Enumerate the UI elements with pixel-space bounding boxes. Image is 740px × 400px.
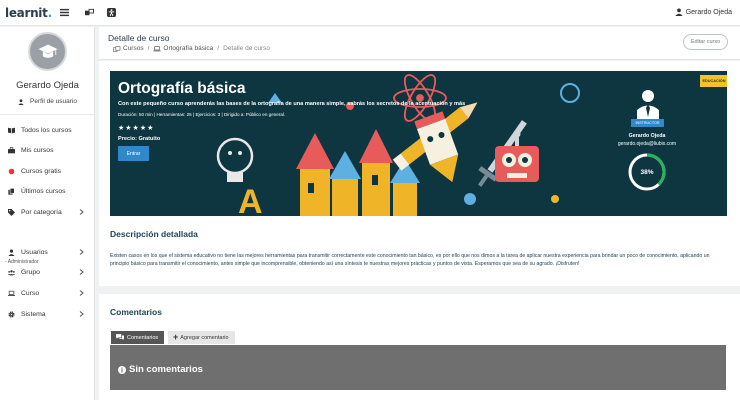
nav-label: Por categoría xyxy=(21,208,62,216)
copy-icon xyxy=(8,187,15,195)
user-icon xyxy=(18,98,24,105)
tag-icon xyxy=(8,208,15,216)
course-subtitle: Con este pequeño curso aprenderás las ba… xyxy=(118,101,466,107)
breadcrumb-separator: / xyxy=(217,45,220,52)
instructor-name: Gerardo Ojeda xyxy=(628,133,666,139)
logo[interactable]: learnit. xyxy=(5,6,53,20)
instructor-icon xyxy=(637,90,659,119)
breadcrumb-courses[interactable]: Cursos xyxy=(123,45,144,52)
nav-all-courses[interactable]: Todos los cursos xyxy=(0,123,95,137)
chevron-right-icon xyxy=(79,249,84,255)
laptop-icon xyxy=(153,45,162,51)
edit-course-button[interactable]: Editar curso xyxy=(683,34,728,50)
user-name: Gerardo Ojeda xyxy=(685,8,732,16)
description-text: Existen casos en los que el sistema educ… xyxy=(110,253,710,268)
user-icon xyxy=(675,8,683,16)
nav-course[interactable]: Curso xyxy=(0,286,95,300)
course-meta: Duración: 50 min | Herramientas: 25 | Ej… xyxy=(118,112,286,117)
rating-stars: ★★★★★ xyxy=(118,125,155,132)
group-icon[interactable] xyxy=(85,8,94,17)
chevron-right-icon xyxy=(79,290,84,296)
no-comments-message: Sin comentarios xyxy=(118,364,203,375)
graduation-cap-icon xyxy=(37,44,58,58)
progress-label: 38% xyxy=(640,168,654,176)
breadcrumb-course[interactable]: Ortografía básica xyxy=(163,45,213,52)
avatar xyxy=(28,32,67,71)
page-title: Detalle de curso xyxy=(108,33,170,43)
tab-label: Agregar comentario xyxy=(180,334,229,341)
tab-label: Comentarios xyxy=(127,334,159,341)
nav-my-courses[interactable]: Mis cursos xyxy=(0,143,95,157)
nav-label: Curso xyxy=(21,289,40,297)
nav-system[interactable]: Sistema xyxy=(0,307,95,321)
sidebar: Gerardo Ojeda Perfil de usuario Todos lo… xyxy=(0,27,95,400)
breadcrumb-separator: / xyxy=(147,45,150,52)
user-menu[interactable]: Gerardo Ojeda xyxy=(675,8,732,16)
nav-label: Grupo xyxy=(21,268,40,276)
hamburger-icon[interactable] xyxy=(60,8,69,17)
course-banner: A Ortografía básica Con este pequeño cur… xyxy=(110,71,727,216)
cog-icon xyxy=(8,310,15,318)
divider xyxy=(0,114,95,115)
plus-icon: + xyxy=(173,332,179,342)
red-dot-icon xyxy=(8,168,15,174)
tab-add-comment[interactable]: + Agregar comentario xyxy=(168,331,235,344)
laptop-icon xyxy=(8,290,15,296)
chevron-right-icon xyxy=(79,269,84,275)
comments-panel: Sin comentarios xyxy=(110,345,726,390)
briefcase-icon xyxy=(8,146,15,153)
breadcrumb-current: Detalle de curso xyxy=(223,45,271,52)
tab-comments[interactable]: Comentarios xyxy=(111,331,164,344)
top-bar: learnit. Gerardo Ojeda xyxy=(0,0,740,26)
accessibility-icon[interactable] xyxy=(107,8,116,17)
users-icon xyxy=(8,269,15,275)
instructor-email: gerardo.ojeda@liubix.com xyxy=(617,141,677,147)
nav-users[interactable]: Usuarios xyxy=(0,245,95,259)
nav-label: Mis cursos xyxy=(21,146,54,154)
chevron-right-icon xyxy=(79,209,84,215)
profile-link[interactable]: Perfil de usuario xyxy=(18,98,77,105)
chevron-right-icon xyxy=(79,311,84,317)
breadcrumb: Cursos / Ortografía básica / Detalle de … xyxy=(113,45,270,52)
nav-latest-courses[interactable]: Últimos cursos xyxy=(0,184,95,198)
logo-text: learnit. xyxy=(5,5,52,20)
sidebar-user-name: Gerardo Ojeda xyxy=(16,80,79,91)
group-icon xyxy=(113,45,121,52)
profile-label: Perfil de usuario xyxy=(30,98,77,105)
svg-text:A: A xyxy=(238,183,263,216)
nav-group[interactable]: Grupo xyxy=(0,265,95,279)
user-icon xyxy=(8,248,15,256)
description-title: Descripción detallada xyxy=(110,229,198,239)
nav-free-courses[interactable]: Cursos gratis xyxy=(0,164,95,178)
nav-label: Usuarios xyxy=(21,248,48,256)
category-badge: EDUCACIÓN xyxy=(700,75,727,87)
enter-course-button[interactable]: Entrar xyxy=(118,146,149,161)
course-price: Precio: Gratuito xyxy=(118,136,161,142)
comments-title: Comentarios xyxy=(110,307,162,317)
comments-icon xyxy=(116,334,124,341)
nav-by-category[interactable]: Por categoría xyxy=(0,205,95,219)
nav-label: Sistema xyxy=(21,310,46,318)
nav-label: Últimos cursos xyxy=(21,187,66,195)
nav-label: Cursos gratis xyxy=(21,167,62,175)
info-icon xyxy=(118,365,126,374)
course-title: Ortografía básica xyxy=(118,80,246,97)
book-icon xyxy=(8,127,15,133)
page-header: Detalle de curso Cursos / Ortografía bás… xyxy=(99,27,740,60)
no-comments-text: Sin comentarios xyxy=(129,364,203,375)
nav-label: Todos los cursos xyxy=(21,126,72,134)
instructor-tag: INSTRUCTOR xyxy=(631,119,664,127)
